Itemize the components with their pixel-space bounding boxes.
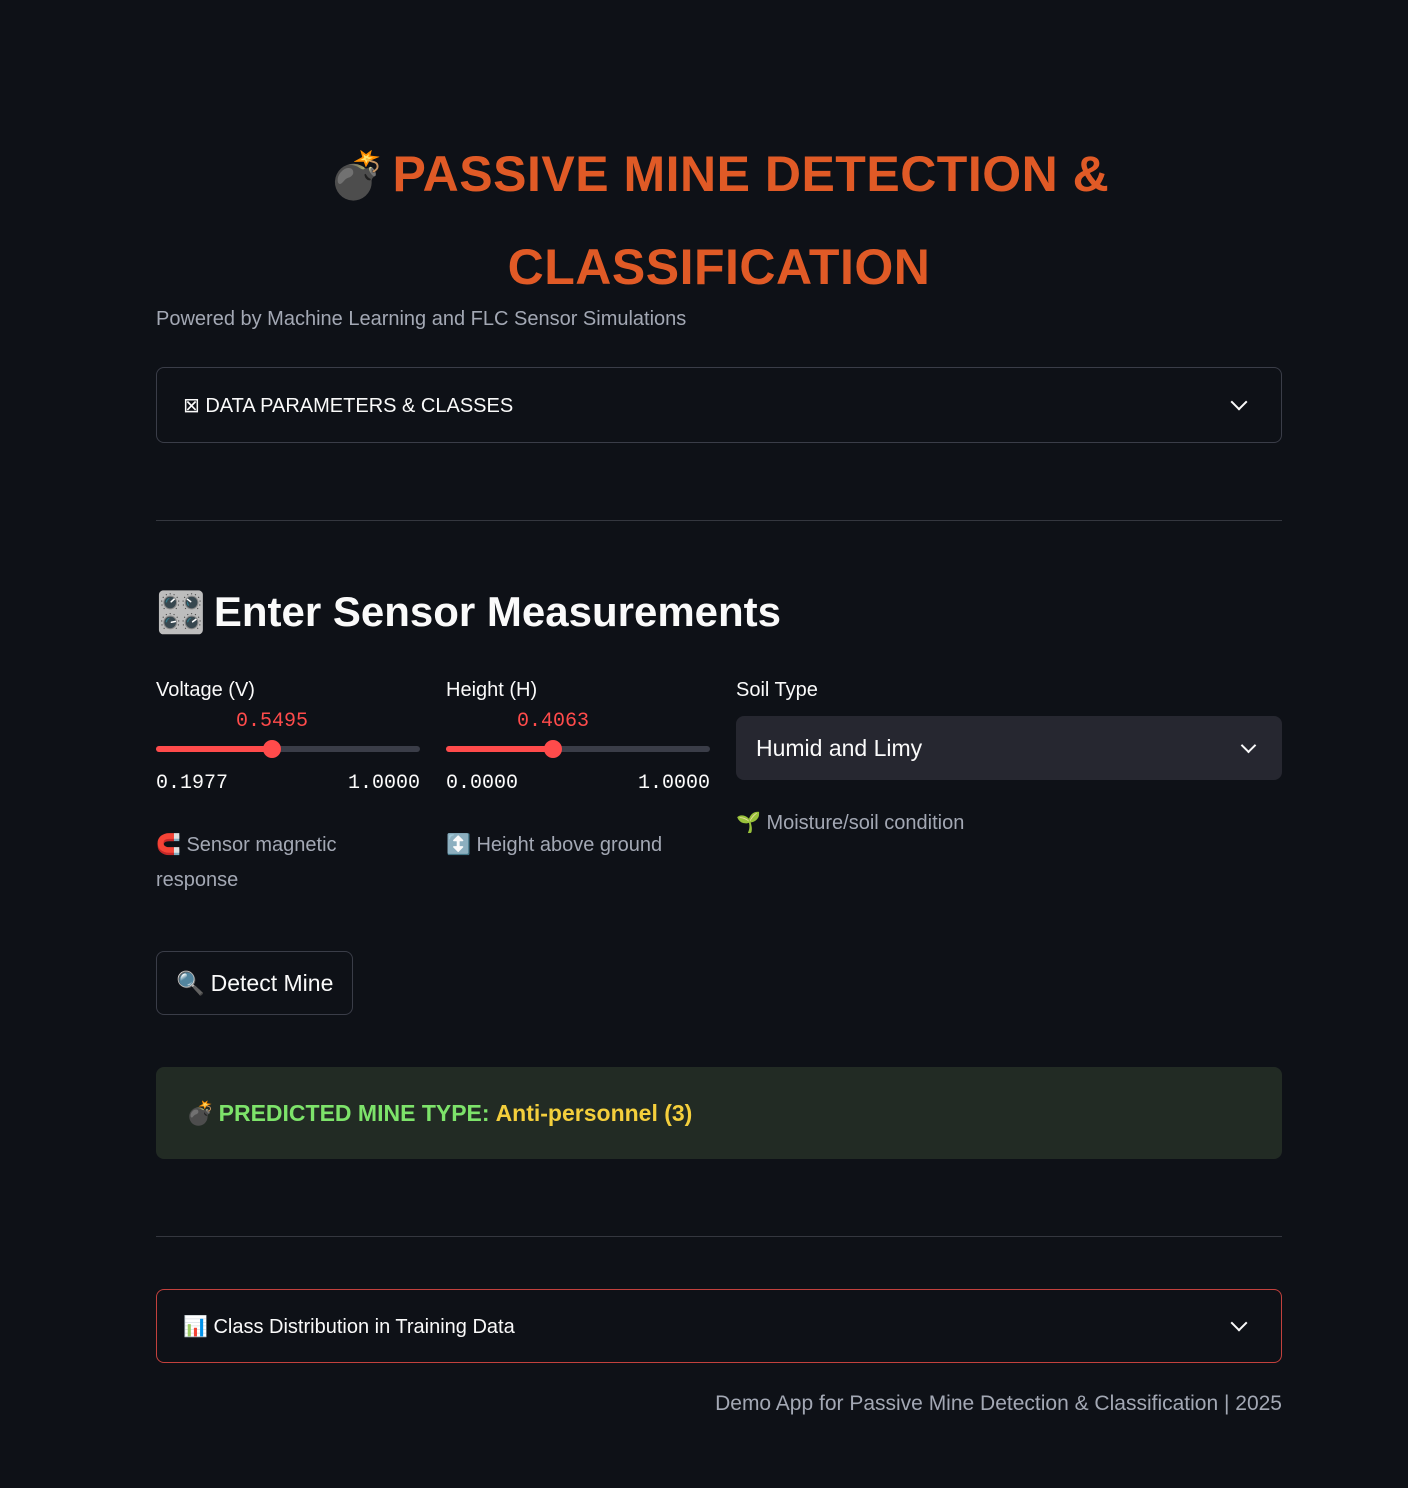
- app-page: 💣 PASSIVE MINE DETECTION & CLASSIFICATION…: [0, 0, 1408, 1488]
- soil-type-selected: Humid and Limy: [756, 734, 923, 761]
- height-slider[interactable]: [446, 740, 710, 758]
- bomb-icon: 💣: [328, 149, 387, 201]
- divider: [156, 1236, 1282, 1237]
- soil-type-label: Soil Type: [736, 679, 818, 701]
- prediction-label: PREDICTED MINE TYPE:: [218, 1099, 490, 1126]
- detect-mine-label: Detect Mine: [210, 969, 334, 996]
- height-max: 1.0000: [637, 772, 710, 795]
- chevron-down-icon: [1230, 1314, 1248, 1332]
- height-slider-fill: [446, 746, 553, 752]
- prediction-alert: 💣 PREDICTED MINE TYPE: Anti-personnel (3…: [156, 1067, 1282, 1159]
- height-value: 0.4063: [516, 710, 590, 733]
- height-range: 0.0000 1.0000: [446, 772, 710, 795]
- soil-type-helper: 🌱 Moisture/soil condition: [736, 812, 965, 834]
- data-parameters-expander[interactable]: ⊠ DATA PARAMETERS & CLASSES: [156, 367, 1282, 443]
- chevron-down-icon: [1240, 737, 1257, 753]
- expander-label: ⊠ DATA PARAMETERS & CLASSES: [183, 393, 1233, 418]
- footer-text: Demo App for Passive Mine Detection & Cl…: [715, 1392, 1282, 1415]
- voltage-slider-group: Voltage (V) 0.5495 0.1977 1.0000 🧲 Senso…: [156, 676, 420, 891]
- soil-type-select[interactable]: Humid and Limy: [736, 716, 1282, 780]
- bar-chart-icon: 📊: [183, 1315, 208, 1338]
- voltage-range: 0.1977 1.0000: [156, 772, 420, 795]
- voltage-min: 0.1977: [156, 772, 229, 795]
- voltage-slider-thumb[interactable]: [263, 740, 281, 758]
- chevron-down-icon: [1230, 393, 1248, 411]
- divider: [156, 520, 1282, 521]
- voltage-slider-fill: [156, 746, 272, 752]
- expander-label-text: Class Distribution in Training Data: [213, 1315, 515, 1338]
- height-min: 0.0000: [446, 772, 519, 795]
- height-helper: ↕️ Height above ground: [446, 834, 663, 856]
- height-slider-group: Height (H) 0.4063 0.0000 1.0000 ↕️ Heigh…: [446, 676, 710, 856]
- voltage-label: Voltage (V): [156, 679, 255, 701]
- control-knobs-icon: 🎛️: [156, 591, 206, 635]
- voltage-value: 0.5495: [235, 710, 309, 733]
- voltage-helper: 🧲 Sensor magnetic response: [156, 834, 337, 891]
- detect-mine-button[interactable]: 🔍 Detect Mine: [156, 951, 354, 1015]
- height-label: Height (H): [446, 679, 538, 701]
- expander-label: 📊 Class Distribution in Training Data: [183, 1314, 1233, 1339]
- voltage-slider[interactable]: [156, 740, 420, 758]
- missing-glyph-icon: ⊠: [183, 394, 200, 417]
- section-heading: 🎛️ Enter Sensor Measurements: [156, 588, 781, 636]
- magnifier-icon: 🔍: [176, 969, 205, 996]
- class-distribution-expander[interactable]: 📊 Class Distribution in Training Data: [156, 1289, 1282, 1363]
- prediction-value: Anti-personnel (3): [495, 1099, 693, 1126]
- bomb-icon: 💣: [186, 1099, 215, 1126]
- voltage-max: 1.0000: [347, 772, 420, 795]
- page-title: 💣 PASSIVE MINE DETECTION & CLASSIFICATION: [156, 128, 1282, 313]
- page-subtitle: Powered by Machine Learning and FLC Sens…: [156, 308, 687, 330]
- height-slider-thumb[interactable]: [544, 740, 562, 758]
- section-heading-text: Enter Sensor Measurements: [213, 588, 782, 635]
- expander-label-text: DATA PARAMETERS & CLASSES: [205, 394, 514, 417]
- page-title-text: PASSIVE MINE DETECTION & CLASSIFICATION: [392, 146, 1110, 295]
- soil-type-group: Soil Type Humid and Limy 🌱 Moisture/soil…: [736, 676, 1282, 834]
